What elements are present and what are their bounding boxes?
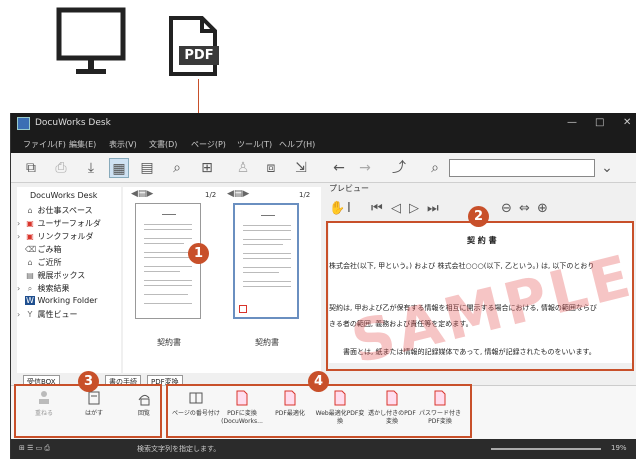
menu-view[interactable]: 表示(V)	[109, 139, 137, 150]
thumbnail-label: 契約書	[255, 338, 279, 347]
zoom-level: 19%	[611, 444, 627, 452]
tree-item-label: ユーザーフォルダ	[37, 219, 101, 228]
working-folder-icon: W	[25, 296, 35, 305]
copy-icon[interactable]: ⧈	[261, 158, 281, 178]
menu-edit[interactable]: 編集(E)	[69, 139, 96, 150]
pdf-mark-icon	[239, 305, 247, 313]
close-icon[interactable]: ✕	[623, 117, 631, 128]
figure: PDF DocuWorks Desk — □ ✕ ファイル(F) 編集(E) 表…	[0, 0, 636, 459]
zoom-out-icon[interactable]: ⊖	[501, 201, 512, 216]
tree-item-label: リンクフォルダ	[37, 232, 94, 241]
search-icon[interactable]: ⌕	[425, 158, 445, 178]
menu-bar: ファイル(F) 編集(E) 表示(V) 文書(D) ページ(P) ツール(T) …	[11, 135, 636, 153]
chevron-right-icon[interactable]: ›	[17, 219, 25, 228]
view-mode-icon[interactable]: ⊞ ☰ ▭ ⎙	[19, 444, 50, 453]
title-bar: DocuWorks Desk — □ ✕	[11, 113, 636, 135]
prev-page-icon[interactable]: ◁	[391, 201, 401, 216]
fit-width-icon[interactable]: ⇔	[519, 201, 530, 216]
page-number: 1/2	[299, 191, 311, 199]
tree-item-label: 検索結果	[37, 284, 70, 293]
preview-header: プレビュー	[329, 183, 636, 197]
document-thumbnail-selected[interactable]	[233, 203, 299, 319]
app-icon	[17, 117, 30, 130]
menu-tools[interactable]: ツール(T)	[237, 139, 272, 150]
pdf-badge: PDF	[179, 46, 219, 65]
tree-item-label: Working Folder	[37, 296, 98, 305]
chevron-down-icon[interactable]: ⌄	[597, 158, 617, 178]
callout-badge-3: 3	[78, 371, 99, 392]
callout-box-preview	[326, 221, 634, 371]
chevron-right-icon[interactable]: ›	[17, 310, 25, 319]
chevron-right-icon[interactable]: ›	[17, 232, 25, 241]
link-folder-icon: ▣	[26, 232, 34, 241]
monitor-icon	[56, 7, 126, 74]
menu-help[interactable]: ヘルプ(H)	[279, 139, 315, 150]
app-title: DocuWorks Desk	[35, 118, 111, 128]
split-icon[interactable]: ⧉	[21, 158, 41, 178]
menu-file[interactable]: ファイル(F)	[23, 139, 66, 150]
print-icon[interactable]: ⎙	[51, 158, 71, 178]
tree-item[interactable]: › ▣ リンクフォルダ	[17, 231, 94, 243]
back-icon[interactable]: ←	[329, 158, 349, 178]
trash-icon: ⌫	[25, 245, 37, 254]
page-nav-arrows[interactable]: ◀▤▶	[131, 189, 153, 199]
zoom-slider[interactable]	[491, 448, 601, 450]
tree-item-label: お仕事スペース	[37, 206, 93, 215]
forward-icon[interactable]: →	[355, 158, 375, 178]
workspace-icon: ⌂	[27, 206, 33, 215]
stamp-icon[interactable]: ♙	[233, 158, 253, 178]
import-icon[interactable]: ⤓	[81, 158, 101, 178]
tree-item-label: ご近所	[37, 258, 62, 267]
thumbnail-pane: ◀▤▶ 1/2 ◀▤▶ 1/2 契約書 契約書	[123, 187, 321, 373]
main-toolbar: ⧉ ⎙ ⤓ ▦ ▤ ⌕ ⊞ ♙ ⧈ ⇲ ← → ⤴ ⌕ ⌄	[11, 153, 636, 183]
callout-box-ribbon-left	[14, 384, 162, 438]
last-page-icon[interactable]: ⏭	[427, 201, 439, 216]
search-results-icon: ⌕	[27, 284, 33, 293]
attribute-view-icon: Y	[27, 310, 33, 319]
minimize-icon[interactable]: —	[567, 117, 577, 128]
tree-item-label: 親展ボックス	[37, 271, 86, 280]
grid-icon[interactable]: ⊞	[197, 158, 217, 178]
page-nav-arrows[interactable]: ◀▤▶	[227, 189, 249, 199]
callout-badge-1: 1	[188, 243, 209, 264]
neighborhood-icon: ⌂	[27, 258, 33, 267]
thumbnail-view-icon[interactable]: ▦	[109, 158, 129, 178]
hand-icon[interactable]: ✋	[329, 201, 345, 216]
menu-page[interactable]: ページ(P)	[191, 139, 226, 150]
text-select-icon[interactable]: Ⅰ	[347, 201, 351, 216]
tree-item[interactable]: ⌫ ごみ箱	[17, 244, 62, 256]
next-page-icon[interactable]: ▷	[409, 201, 419, 216]
menu-document[interactable]: 文書(D)	[149, 139, 177, 150]
tree-item[interactable]: ⌂ ご近所	[17, 257, 62, 269]
callout-box-ribbon-right	[166, 384, 472, 438]
status-text: 検索文字列を指定します。	[137, 445, 221, 453]
tree-item-label: 属性ビュー	[37, 310, 78, 319]
callout-badge-2: 2	[468, 206, 489, 227]
preview-title: プレビュー	[329, 184, 369, 193]
tree-item[interactable]: W Working Folder	[17, 296, 97, 308]
tree-item[interactable]: ▤ 親展ボックス	[17, 270, 85, 282]
share-icon[interactable]: ⇲	[291, 158, 311, 178]
tree-item[interactable]: › ▣ ユーザーフォルダ	[17, 218, 101, 230]
page-number: 1/2	[205, 191, 217, 199]
chevron-right-icon[interactable]: ›	[17, 284, 25, 293]
first-page-icon[interactable]: ⏮	[371, 201, 383, 216]
tree-item[interactable]: › Y 属性ビュー	[17, 309, 78, 321]
detail-view-icon[interactable]: ▤	[137, 158, 157, 178]
callout-badge-4: 4	[308, 371, 329, 392]
user-folder-icon: ▣	[26, 219, 34, 228]
status-bar: ⊞ ☰ ▭ ⎙ 検索文字列を指定します。 19%	[11, 439, 636, 459]
tree-item-label: ごみ箱	[37, 245, 62, 254]
search-icon[interactable]: ⌕	[167, 158, 187, 178]
maximize-icon[interactable]: □	[595, 117, 604, 128]
tree-root[interactable]: DocuWorks Desk	[30, 191, 97, 200]
up-folder-icon[interactable]: ⤴	[389, 158, 409, 178]
tree-item[interactable]: ⌂ お仕事スペース	[17, 205, 93, 217]
search-input[interactable]	[449, 159, 595, 177]
thumbnail-label: 契約書	[157, 338, 181, 347]
inbox-icon: ▤	[26, 271, 34, 280]
folder-tree: DocuWorks Desk ⌂ お仕事スペース › ▣ ユーザーフォルダ › ▣ …	[17, 187, 121, 373]
zoom-in-icon[interactable]: ⊕	[537, 201, 548, 216]
tree-item[interactable]: › ⌕ 検索結果	[17, 283, 70, 295]
